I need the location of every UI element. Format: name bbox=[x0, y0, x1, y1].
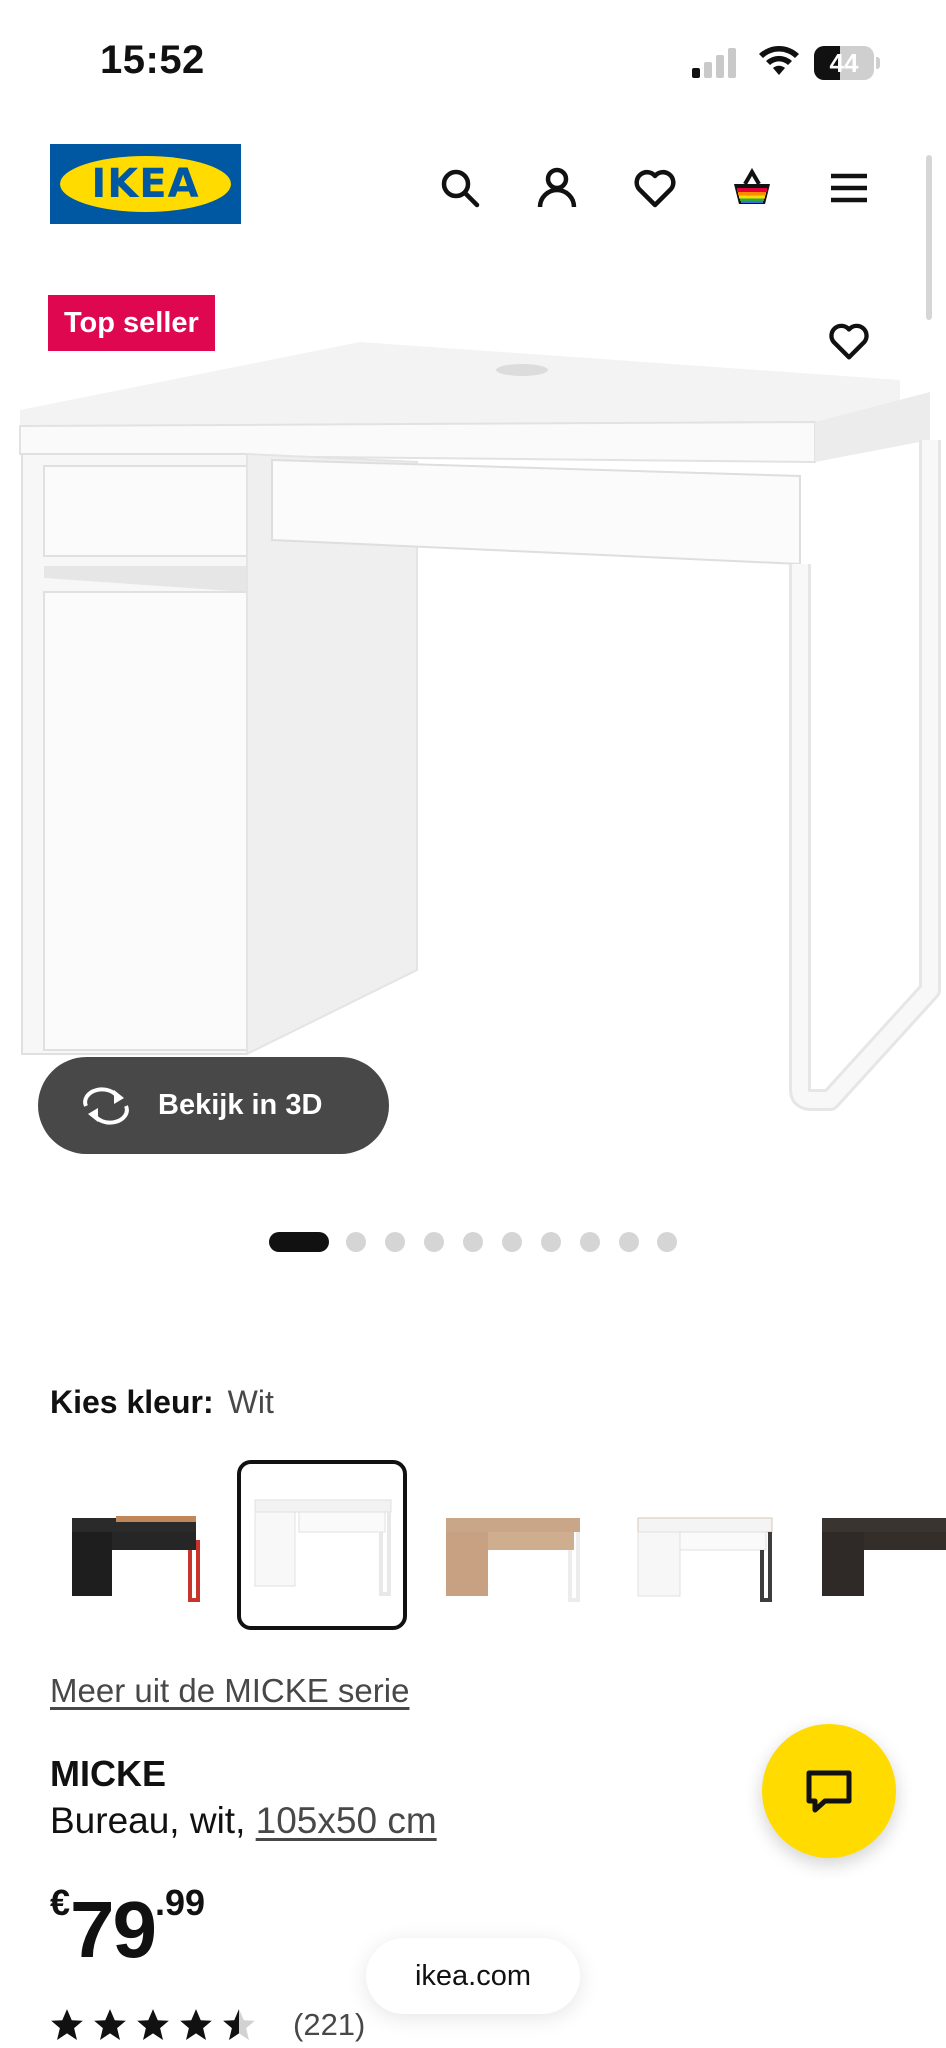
carousel-dot[interactable] bbox=[502, 1232, 522, 1252]
product-name: MICKE bbox=[50, 1753, 166, 1794]
review-count: (221) bbox=[293, 2007, 366, 2042]
ikea-logo[interactable]: IKEA bbox=[50, 144, 241, 224]
color-swatch-black-brown[interactable] bbox=[806, 1460, 946, 1630]
selected-color: Wit bbox=[227, 1384, 274, 1420]
price-decimals: .99 bbox=[155, 1882, 206, 1923]
carousel-dot[interactable] bbox=[346, 1232, 366, 1252]
carousel-dot-active[interactable] bbox=[269, 1232, 329, 1252]
battery-percentage: 44 bbox=[829, 48, 859, 78]
menu-icon[interactable] bbox=[823, 162, 875, 214]
browser-url-bar[interactable]: ikea.com bbox=[366, 1938, 580, 2014]
basket-icon[interactable] bbox=[726, 162, 778, 214]
chat-button[interactable] bbox=[762, 1724, 896, 1858]
cellular-signal-icon bbox=[692, 48, 736, 78]
logo-text: IKEA bbox=[91, 161, 200, 207]
product-rating[interactable]: (221) bbox=[48, 2005, 365, 2045]
status-bar: 15:52 44 bbox=[0, 0, 946, 120]
star-half-icon bbox=[223, 2009, 255, 2041]
view-in-3d-label: Bekijk in 3D bbox=[158, 1089, 323, 1121]
carousel-dot[interactable] bbox=[541, 1232, 561, 1252]
color-picker-label: Kies kleur: bbox=[50, 1384, 214, 1420]
price-currency: € bbox=[50, 1882, 71, 1923]
carousel-dot[interactable] bbox=[463, 1232, 483, 1252]
chat-icon bbox=[806, 1770, 852, 1813]
product-image bbox=[19, 342, 941, 1111]
carousel-dot[interactable] bbox=[424, 1232, 444, 1252]
color-swatch-white[interactable] bbox=[237, 1460, 407, 1630]
search-icon[interactable] bbox=[434, 162, 486, 214]
star-icon bbox=[180, 2009, 212, 2041]
price-integer: 79 bbox=[70, 1885, 157, 1974]
carousel-dot[interactable] bbox=[385, 1232, 405, 1252]
view-in-3d-button[interactable]: Bekijk in 3D bbox=[38, 1057, 389, 1154]
product-gallery[interactable]: Top seller Bekijk in 3D bbox=[0, 270, 946, 1190]
star-icon bbox=[94, 2009, 126, 2041]
carousel-dot[interactable] bbox=[657, 1232, 677, 1252]
product-price: €79.99 bbox=[50, 1882, 205, 1976]
product-favorite-heart-icon[interactable] bbox=[826, 318, 872, 364]
account-icon[interactable] bbox=[531, 162, 583, 214]
battery-indicator: 44 bbox=[814, 46, 880, 80]
star-icon bbox=[51, 2009, 83, 2041]
site-header: IKEA bbox=[0, 140, 946, 240]
rotate-3d-icon bbox=[83, 1086, 129, 1125]
top-seller-badge: Top seller bbox=[48, 295, 215, 351]
product-dimensions-link[interactable]: 105x50 cm bbox=[256, 1800, 437, 1841]
color-swatch-white-anthracite[interactable] bbox=[622, 1460, 792, 1630]
wifi-icon bbox=[759, 46, 799, 75]
wishlist-heart-icon[interactable] bbox=[629, 162, 681, 214]
carousel-dot[interactable] bbox=[619, 1232, 639, 1252]
product-description: Bureau, wit, 105x50 cm bbox=[50, 1800, 437, 1842]
product-type: Bureau, wit, bbox=[50, 1800, 246, 1841]
carousel-dot[interactable] bbox=[580, 1232, 600, 1252]
color-swatch-oak[interactable] bbox=[430, 1460, 600, 1630]
series-link[interactable]: Meer uit de MICKE serie bbox=[50, 1672, 409, 1710]
color-swatch-black-red[interactable] bbox=[56, 1460, 226, 1630]
status-time: 15:52 bbox=[100, 38, 205, 82]
star-icon bbox=[137, 2009, 169, 2041]
color-picker-heading: Kies kleur: Wit bbox=[50, 1384, 274, 1421]
